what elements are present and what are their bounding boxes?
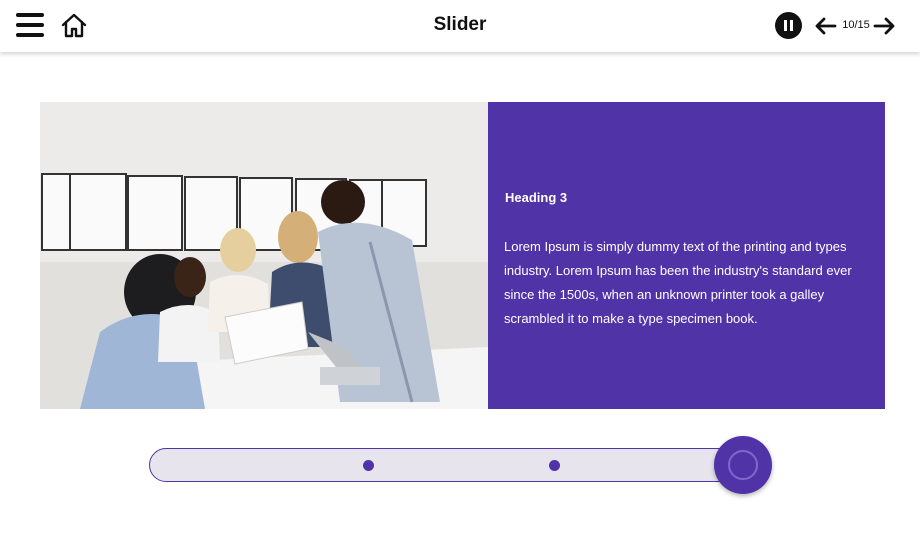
pause-icon: [784, 20, 787, 31]
slider-step-dot[interactable]: [549, 460, 560, 471]
slider-step-dot[interactable]: [363, 460, 374, 471]
slide-body-text: Lorem Ipsum is simply dummy text of the …: [504, 239, 852, 326]
handle-ring-icon: [728, 450, 758, 480]
next-slide-button[interactable]: [872, 14, 896, 38]
slider-track[interactable]: [149, 448, 741, 482]
office-team-photo: [40, 102, 488, 409]
slide-text-panel: Heading 3 Lorem Ipsum is simply dummy te…: [488, 102, 885, 409]
slider-handle[interactable]: [714, 436, 772, 494]
slide-heading: Heading 3: [505, 190, 568, 205]
pause-button[interactable]: [775, 12, 802, 39]
prev-slide-button[interactable]: [814, 14, 838, 38]
top-bar: Slider 10/15: [0, 0, 920, 52]
page-counter: 10/15: [842, 19, 870, 31]
slide-card: Heading 3 Lorem Ipsum is simply dummy te…: [40, 102, 885, 409]
